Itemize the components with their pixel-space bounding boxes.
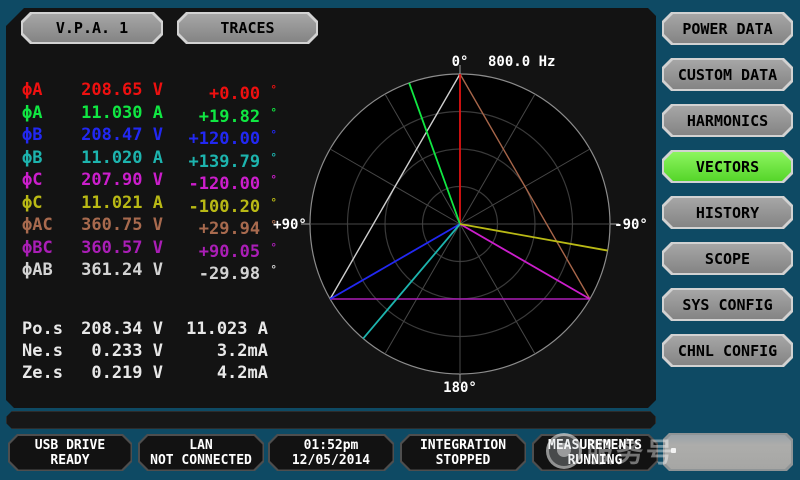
nav-button-label: VECTORS — [664, 152, 791, 181]
phasor-label: ϕBC — [22, 237, 78, 260]
phasor-angle: -29.98 ° — [163, 259, 277, 282]
sequence-label: Ze.s — [22, 362, 78, 384]
phasor-label: ϕC — [22, 192, 78, 215]
status-line1: MEASUREMENTS — [548, 438, 642, 453]
nav-button-label: CHNL CONFIG — [664, 336, 791, 365]
sequence-readings-table: Po.s208.34 V11.023 ANe.s0.233 V3.2mAZe.s… — [0, 318, 300, 384]
phasor-angle: +29.94 ° — [163, 214, 277, 237]
nav-button-label: HARMONICS — [664, 106, 791, 135]
status-line1: INTEGRATION — [420, 438, 506, 453]
sequence-current: 11.023 A — [163, 318, 268, 340]
phasor-readings-table: ϕA208.65 V+0.00 °ϕA11.030 A+19.82 °ϕB208… — [0, 79, 300, 282]
blank-softkey-button[interactable] — [663, 433, 793, 471]
phasor-row: ϕB11.020 A+139.79 ° — [0, 147, 300, 170]
frequency-label: 800.0 Hz — [488, 54, 555, 70]
phasor-angle: -120.00 ° — [163, 169, 277, 192]
phasor-row: ϕA11.030 A+19.82 ° — [0, 102, 300, 125]
phasor-angle: +120.00 ° — [163, 124, 277, 147]
status-button-01-52pm[interactable]: 01:52pm12/05/2014 — [268, 434, 394, 471]
phasor-label: ϕB — [22, 147, 78, 170]
message-strip — [6, 411, 656, 429]
axis-label-plus90: +90° — [273, 217, 307, 233]
nav-button-custom-data[interactable]: CUSTOM DATA — [662, 58, 793, 91]
nav-button-chnl-config[interactable]: CHNL CONFIG — [662, 334, 793, 367]
nav-button-vectors[interactable]: VECTORS — [662, 150, 793, 183]
status-line2: STOPPED — [436, 453, 491, 468]
phasor-label: ϕC — [22, 169, 78, 192]
phasor-row: ϕA208.65 V+0.00 ° — [0, 79, 300, 102]
status-line1: 01:52pm — [304, 438, 359, 453]
sequence-label: Ne.s — [22, 340, 78, 362]
phasor-label: ϕAB — [22, 259, 78, 282]
nav-button-scope[interactable]: SCOPE — [662, 242, 793, 275]
status-line2: READY — [50, 453, 89, 468]
traces-button-label: TRACES — [179, 14, 316, 42]
sequence-voltage: 0.233 V — [78, 340, 163, 362]
phasor-angle: -100.20 ° — [163, 192, 277, 215]
nav-button-label: SYS CONFIG — [664, 290, 791, 319]
phasor-value: 207.90 V — [78, 169, 163, 192]
sequence-voltage: 208.34 V — [78, 318, 163, 340]
status-button-integration[interactable]: INTEGRATIONSTOPPED — [400, 434, 526, 471]
sequence-current: 4.2mA — [163, 362, 268, 384]
axis-label-0: 0° — [452, 54, 469, 70]
nav-button-label: HISTORY — [664, 198, 791, 227]
phasor-angle: +90.05 ° — [163, 237, 277, 260]
phasor-value: 360.57 V — [78, 237, 163, 260]
phasor-row: ϕBC360.57 V+90.05 ° — [0, 237, 300, 260]
sequence-current: 3.2mA — [163, 340, 268, 362]
nav-button-history[interactable]: HISTORY — [662, 196, 793, 229]
sequence-row: Po.s208.34 V11.023 A — [0, 318, 300, 340]
phasor-value: 11.021 A — [78, 192, 163, 215]
phasor-row: ϕAB361.24 V-29.98 ° — [0, 259, 300, 282]
phasor-value: 360.75 V — [78, 214, 163, 237]
softkey-dot — [671, 448, 676, 453]
nav-button-sys-config[interactable]: SYS CONFIG — [662, 288, 793, 321]
sequence-row: Ne.s0.233 V3.2mA — [0, 340, 300, 362]
vector-polar-chart: 0° 800.0 Hz +90° -90° 180° — [268, 40, 660, 412]
phasor-label: ϕA — [22, 79, 78, 102]
phasor-angle: +19.82 ° — [163, 102, 277, 125]
phasor-angle: +0.00 ° — [163, 79, 277, 102]
phasor-value: 11.030 A — [78, 102, 163, 125]
vpa-1-button[interactable]: V.P.A. 1 — [21, 12, 163, 44]
phasor-value: 11.020 A — [78, 147, 163, 170]
phasor-row: ϕC207.90 V-120.00 ° — [0, 169, 300, 192]
nav-button-label: CUSTOM DATA — [664, 60, 791, 89]
phasor-label: ϕAC — [22, 214, 78, 237]
sequence-voltage: 0.219 V — [78, 362, 163, 384]
status-line1: LAN — [189, 438, 212, 453]
status-line2: 12/05/2014 — [292, 453, 370, 468]
status-button-measurements[interactable]: MEASUREMENTSRUNNING — [532, 434, 658, 471]
phasor-label: ϕB — [22, 124, 78, 147]
sequence-row: Ze.s0.219 V4.2mA — [0, 362, 300, 384]
nav-button-power-data[interactable]: POWER DATA — [662, 12, 793, 45]
nav-button-harmonics[interactable]: HARMONICS — [662, 104, 793, 137]
status-button-lan[interactable]: LANNOT CONNECTED — [138, 434, 264, 471]
phasor-angle: +139.79 ° — [163, 147, 277, 170]
status-line2: RUNNING — [568, 453, 623, 468]
axis-label-180: 180° — [443, 380, 477, 396]
blank-softkey-face — [665, 435, 791, 469]
phasor-value: 361.24 V — [78, 259, 163, 282]
phasor-row: ϕC11.021 A-100.20 ° — [0, 192, 300, 215]
status-line1: USB DRIVE — [35, 438, 105, 453]
phasor-row: ϕAC360.75 V+29.94 ° — [0, 214, 300, 237]
phasor-label: ϕA — [22, 102, 78, 125]
axis-label-minus90: -90° — [614, 217, 648, 233]
status-line2: NOT CONNECTED — [150, 453, 252, 468]
power-analyzer-screen: { "header": { "vpa_label": "V.P.A. 1", "… — [0, 0, 800, 480]
phasor-value: 208.47 V — [78, 124, 163, 147]
nav-button-label: POWER DATA — [664, 14, 791, 43]
nav-button-label: SCOPE — [664, 244, 791, 273]
phasor-value: 208.65 V — [78, 79, 163, 102]
sequence-label: Po.s — [22, 318, 78, 340]
phasor-row: ϕB208.47 V+120.00 ° — [0, 124, 300, 147]
vpa-1-button-label: V.P.A. 1 — [23, 14, 161, 42]
status-button-usb-drive[interactable]: USB DRIVEREADY — [8, 434, 132, 471]
